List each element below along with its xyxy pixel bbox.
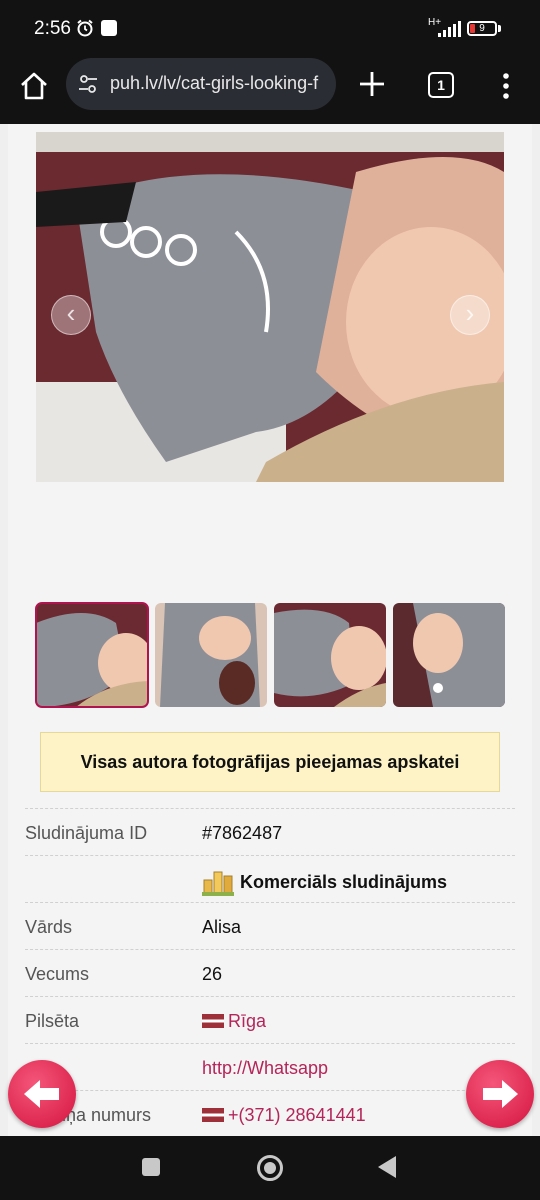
alarm-icon: [77, 19, 93, 37]
next-listing-button[interactable]: [466, 1060, 534, 1128]
ad-id-label: Sludinājuma ID: [25, 823, 148, 843]
name-label: Vārds: [25, 917, 73, 937]
status-bar: 2:56 H+ 9: [0, 0, 540, 58]
battery-level: 9: [479, 23, 485, 34]
battery-tip: [498, 25, 501, 32]
notification-icon: [101, 20, 117, 36]
signal-icon: [438, 21, 461, 37]
details-table: Sludinājuma ID #7862487 Komerciāls sludi…: [25, 808, 515, 1136]
battery-icon: 9: [467, 21, 497, 36]
commercial-badge: Komerciāls sludinājums: [202, 866, 447, 896]
site-settings-icon[interactable]: [78, 74, 98, 94]
latvia-flag-icon: [202, 1108, 224, 1122]
web-page: ‹ › Visas autora fotogrāfijas pieejamas …: [0, 124, 540, 1136]
tab-switcher-button[interactable]: 1: [428, 72, 454, 98]
url-text[interactable]: puh.lv/lv/cat-girls-looking-f: [110, 73, 332, 94]
browser-toolbar: puh.lv/lv/cat-girls-looking-f 1: [0, 58, 540, 124]
detail-row-name: Vārds Alisa: [25, 902, 515, 949]
city-link[interactable]: Rīga: [202, 1011, 266, 1032]
detail-row-whatsapp: http://Whatsapp: [25, 1043, 515, 1090]
commercial-label: Komerciāls sludinājums: [240, 872, 448, 892]
listing-card: ‹ › Visas autora fotogrāfijas pieejamas …: [8, 124, 532, 1136]
status-time: 2:56: [34, 18, 71, 39]
ad-id-value: #7862487: [202, 823, 283, 843]
detail-row-city: Pilsēta Rīga: [25, 996, 515, 1043]
address-bar[interactable]: puh.lv/lv/cat-girls-looking-f: [66, 58, 336, 110]
arrow-right-icon: [483, 1080, 518, 1108]
arrow-left-icon: [24, 1080, 59, 1108]
recent-apps-icon[interactable]: [142, 1158, 160, 1176]
home-circle-icon[interactable]: [257, 1155, 283, 1181]
coins-icon: [202, 871, 234, 896]
detail-row-commercial: Komerciāls sludinājums: [25, 855, 515, 902]
thumbnail-4[interactable]: [393, 603, 505, 707]
system-nav-bar: [0, 1136, 540, 1200]
back-triangle-icon[interactable]: [378, 1156, 396, 1178]
thumbnail-2[interactable]: [155, 603, 267, 707]
detail-row-age: Vecums 26: [25, 949, 515, 996]
gallery-next-button[interactable]: ›: [450, 295, 490, 335]
previous-listing-button[interactable]: [8, 1060, 76, 1128]
age-label: Vecums: [25, 964, 90, 984]
detail-row-phone: Tālruņa numurs +(371) 28641441: [25, 1090, 515, 1136]
detail-row-ad-id: Sludinājuma ID #7862487: [25, 808, 515, 855]
more-options-icon[interactable]: [500, 72, 512, 100]
city-value[interactable]: Rīga: [228, 1011, 266, 1031]
home-icon[interactable]: [18, 70, 50, 102]
main-photo[interactable]: ‹ ›: [36, 132, 504, 482]
all-photos-notice: Visas autora fotogrāfijas pieejamas apsk…: [40, 732, 500, 792]
thumbnail-strip: [35, 602, 506, 710]
latvia-flag-icon: [202, 1014, 224, 1028]
phone-link[interactable]: +(371) 28641441: [202, 1105, 366, 1126]
gallery-prev-button[interactable]: ‹: [51, 295, 91, 335]
phone-value[interactable]: +(371) 28641441: [228, 1105, 366, 1125]
thumbnail-1[interactable]: [35, 602, 149, 708]
age-value: 26: [202, 964, 223, 984]
thumbnail-3[interactable]: [274, 603, 386, 707]
whatsapp-link[interactable]: http://Whatsapp: [202, 1058, 328, 1079]
city-label: Pilsēta: [25, 1011, 80, 1031]
name-value: Alisa: [202, 917, 242, 937]
new-tab-icon[interactable]: [358, 70, 386, 98]
